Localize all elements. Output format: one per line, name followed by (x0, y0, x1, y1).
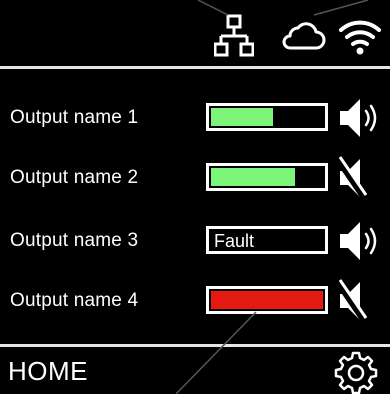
wifi-icon (339, 20, 381, 55)
level-bar (206, 103, 328, 131)
output-row[interactable]: Output name 4 (0, 278, 390, 338)
status-text: Fault (214, 231, 255, 251)
home-button[interactable]: HOME (8, 356, 88, 387)
speaker-muted-icon[interactable] (336, 278, 384, 324)
gear-icon[interactable] (334, 350, 378, 394)
status-header (0, 0, 390, 64)
speaker-icon[interactable] (336, 218, 384, 264)
speaker-muted-icon[interactable] (336, 155, 384, 201)
device-screen: Output name 1 Output name 2 Output name … (0, 0, 390, 394)
footer-bar: HOME (0, 348, 390, 394)
level-bar: Fault (206, 226, 328, 254)
level-bar (206, 286, 328, 314)
output-label: Output name 4 (10, 290, 139, 311)
output-label: Output name 3 (10, 230, 139, 251)
speaker-icon[interactable] (336, 95, 384, 141)
level-fill (211, 168, 295, 186)
level-fill (211, 108, 273, 126)
output-row[interactable]: Output name 2 (0, 155, 390, 215)
cloud-icon (282, 22, 326, 50)
output-label: Output name 2 (10, 167, 139, 188)
footer-divider (0, 344, 390, 347)
level-bar (206, 163, 328, 191)
network-icon (214, 14, 254, 57)
header-divider (0, 66, 390, 69)
level-fill (211, 291, 323, 309)
output-label: Output name 1 (10, 107, 139, 128)
output-row[interactable]: Output name 3 Fault (0, 218, 390, 278)
output-row[interactable]: Output name 1 (0, 95, 390, 155)
